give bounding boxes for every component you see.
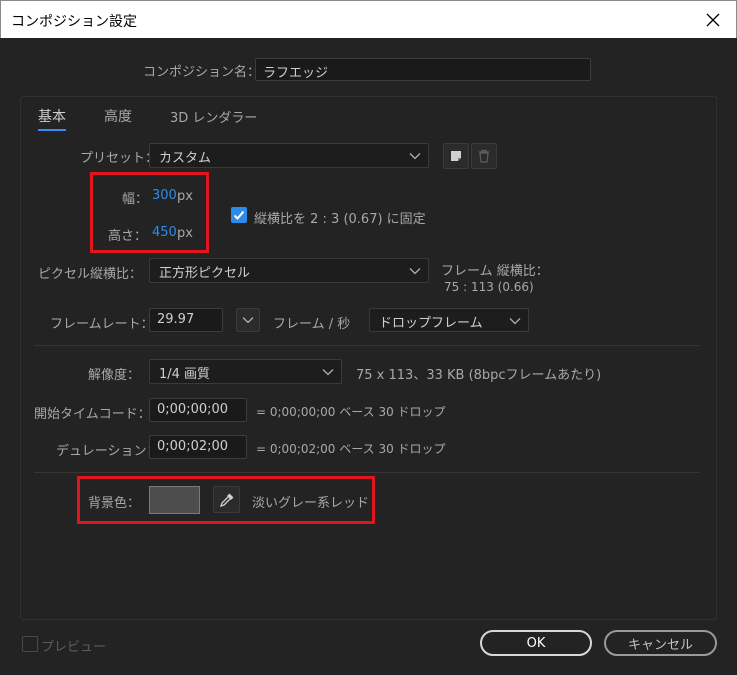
drop-frame-value: ドロップフレーム <box>379 316 483 331</box>
aspect-lock-checkbox[interactable] <box>231 207 247 223</box>
chevron-down-icon <box>409 268 421 275</box>
comp-name-label: コンポジション名： <box>143 65 261 80</box>
tab-basic[interactable]: 基本 <box>38 106 66 131</box>
separator <box>34 345 700 346</box>
aspect-lock-label: 縦横比を 2 : 3 (0.67) に固定 <box>254 212 426 227</box>
duration-label: デュレーション： <box>56 444 160 459</box>
cancel-button[interactable]: キャンセル <box>604 630 717 656</box>
preset-select[interactable]: カスタム <box>149 143 429 168</box>
ok-button[interactable]: OK <box>480 630 592 656</box>
start-timecode-input[interactable]: 0;00;00;00 <box>149 398 247 422</box>
start-timecode-label: 開始タイムコード： <box>34 407 151 422</box>
highlight-box-size <box>90 172 209 253</box>
start-timecode-info: = 0;00;00;00 ベース 30 ドロップ <box>256 405 446 419</box>
tab-3d-renderer[interactable]: 3D レンダラー <box>170 107 257 126</box>
checkmark-icon <box>233 210 245 220</box>
resolution-info: 75 x 113、33 KB (8bpcフレームあたり) <box>356 368 602 383</box>
pixel-aspect-label: ピクセル縦横比： <box>38 267 143 282</box>
preset-value: カスタム <box>159 151 212 166</box>
save-preset-icon <box>451 151 461 161</box>
window-title: コンポジション設定 <box>11 14 137 30</box>
comp-name-input[interactable]: ラフエッジ <box>255 58 591 81</box>
frame-aspect-label: フレーム 縦横比： <box>441 264 549 279</box>
title-bar: コンポジション設定 <box>0 0 737 38</box>
resolution-value: 1/4 画質 <box>159 367 211 382</box>
preset-label: プリセット： <box>80 151 159 166</box>
preview-label: プレビュー <box>41 640 107 655</box>
pixel-aspect-value: 正方形ピクセル <box>159 266 251 281</box>
close-icon <box>706 13 720 27</box>
resolution-select[interactable]: 1/4 画質 <box>149 359 342 384</box>
chevron-down-icon <box>509 318 521 325</box>
preview-checkbox[interactable] <box>22 636 38 652</box>
trash-icon <box>479 149 489 163</box>
chevron-down-icon <box>409 153 421 160</box>
tab-advanced[interactable]: 高度 <box>104 106 132 126</box>
resolution-label: 解像度： <box>88 368 141 383</box>
frame-rate-dropdown-button[interactable] <box>236 308 260 332</box>
duration-info: = 0;00;02;00 ベース 30 ドロップ <box>256 442 446 456</box>
chevron-down-icon <box>322 369 334 376</box>
delete-preset-button[interactable] <box>471 143 497 169</box>
close-button[interactable] <box>690 1 736 39</box>
duration-input[interactable]: 0;00;02;00 <box>149 435 247 459</box>
drop-frame-select[interactable]: ドロップフレーム <box>369 308 529 332</box>
frame-rate-input[interactable]: 29.97 <box>149 308 223 332</box>
highlight-box-background <box>77 476 375 524</box>
frame-aspect-value: 75 : 113 (0.66) <box>444 280 534 294</box>
save-preset-button[interactable] <box>443 143 469 169</box>
separator <box>34 472 700 473</box>
frame-rate-unit: フレーム / 秒 <box>273 317 351 332</box>
pixel-aspect-select[interactable]: 正方形ピクセル <box>149 258 429 283</box>
chevron-down-icon <box>242 317 254 324</box>
frame-rate-label: フレームレート： <box>50 317 154 332</box>
